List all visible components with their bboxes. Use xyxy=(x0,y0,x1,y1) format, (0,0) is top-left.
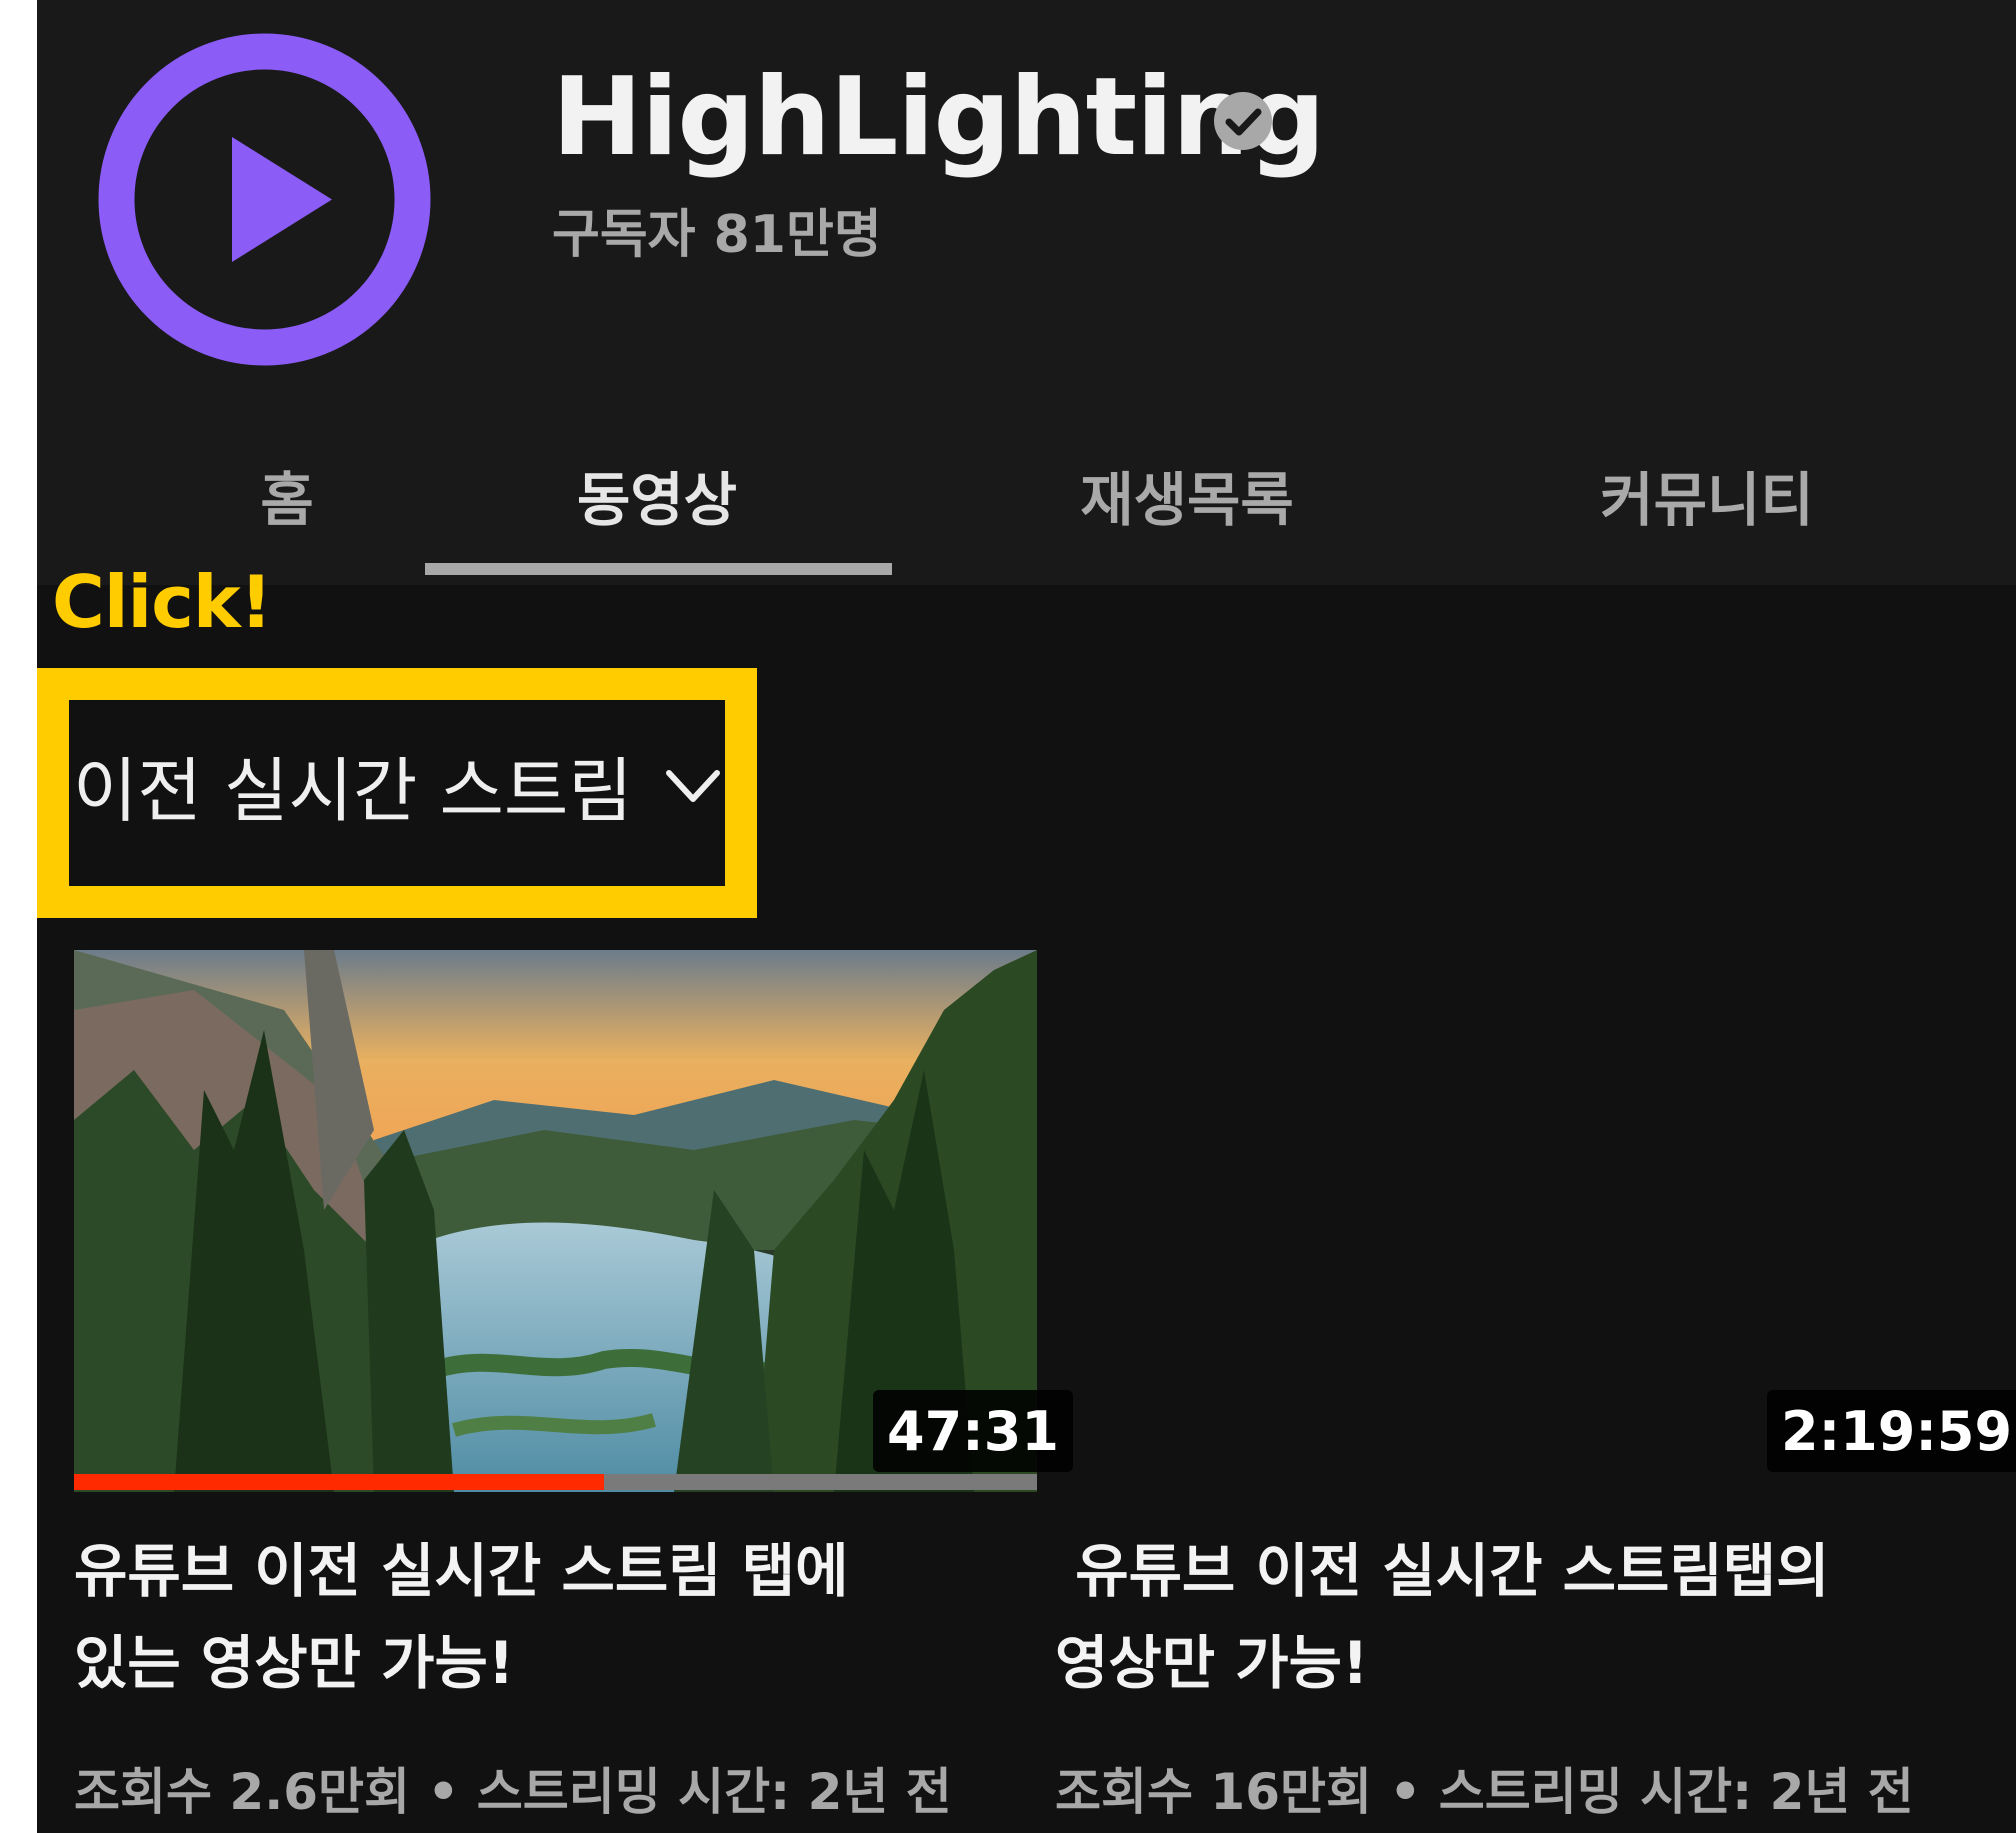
active-tab-indicator xyxy=(425,563,892,575)
verified-check-icon xyxy=(1214,92,1272,150)
channel-page: HighLighting 구독자 81만명 홈 동영상 재생목록 커뮤니티 Cl… xyxy=(37,0,2016,1833)
video-title[interactable]: 유튜브 이전 실시간 스트림탭의 영상만 가능! xyxy=(1055,1525,1995,1709)
video-duration-badge: 47:31 xyxy=(873,1390,1073,1472)
channel-name: HighLighting xyxy=(552,54,1325,180)
chevron-down-icon xyxy=(665,770,720,802)
video-meta: 조회수 2.6만회 • 스트리밍 시간: 2년 전 xyxy=(74,1763,952,1821)
subscriber-count: 구독자 81만명 xyxy=(552,205,882,265)
tab-playlists[interactable]: 재생목록 xyxy=(997,420,1377,570)
tab-home[interactable]: 홈 xyxy=(167,420,407,570)
filter-dropdown[interactable]: 이전 실시간 스트림 xyxy=(73,735,725,835)
watch-progress-fill xyxy=(74,1474,604,1490)
filter-dropdown-label: 이전 실시간 스트림 xyxy=(73,749,633,832)
channel-header: HighLighting 구독자 81만명 홈 동영상 재생목록 커뮤니티 xyxy=(37,0,2016,585)
channel-avatar-play-icon[interactable] xyxy=(97,32,432,367)
video-meta: 조회수 16만회 • 스트리밍 시간: 2년 전 xyxy=(1055,1763,1914,1821)
video-duration-badge: 2:19:59 xyxy=(1767,1390,2016,1472)
click-annotation-label: Click! xyxy=(52,560,273,644)
tab-videos[interactable]: 동영상 xyxy=(477,420,837,570)
tab-community[interactable]: 커뮤니티 xyxy=(1517,420,1897,570)
channel-tabs: 홈 동영상 재생목록 커뮤니티 xyxy=(37,420,2016,585)
watch-progress-bar xyxy=(74,1474,1037,1490)
video-title[interactable]: 유튜브 이전 실시간 스트림 탭에 있는 영상만 가능! xyxy=(74,1525,1004,1709)
